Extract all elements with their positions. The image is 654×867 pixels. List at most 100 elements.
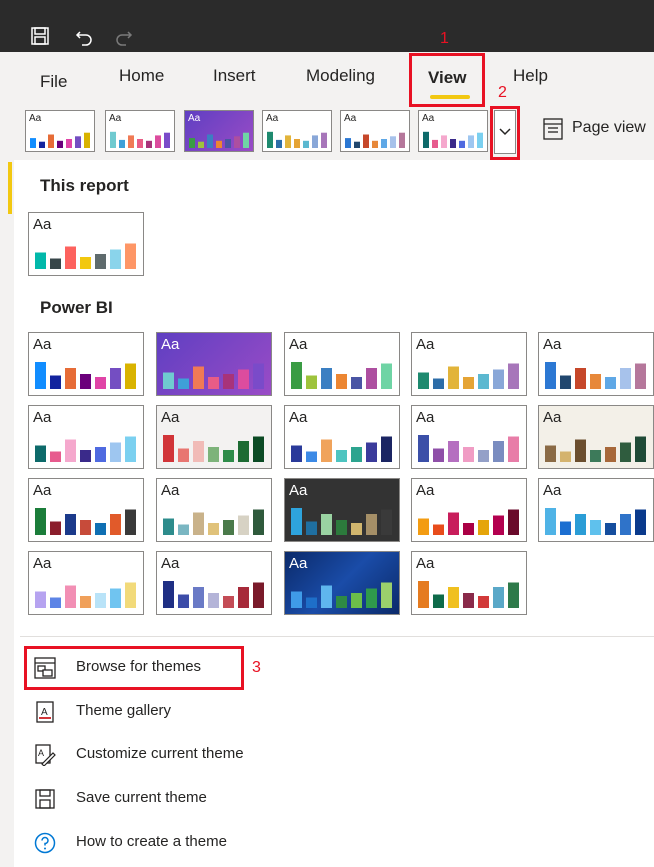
theme-bar [128,135,134,148]
power-bi-theme-thumbnail[interactable]: Aa [411,405,527,469]
power-bi-theme-thumbnail[interactable]: Aa [411,551,527,615]
theme-bars-graphic [545,436,646,462]
theme-bar [345,138,351,148]
menu-file[interactable]: File [40,72,67,92]
theme-bar [321,368,332,389]
theme-bars-graphic [35,362,136,389]
power-bi-theme-thumbnail[interactable]: Aa [411,332,527,396]
ribbon-theme-thumbnail[interactable]: Aa [105,110,175,152]
theme-bar [65,439,76,462]
theme-bar [478,596,489,608]
power-bi-theme-thumbnail[interactable]: Aa [538,332,654,396]
page-view-button[interactable]: Page view [572,119,646,137]
panel-divider [20,636,654,637]
theme-gallery-item[interactable]: A Theme gallery [34,698,254,728]
theme-bar [432,139,438,148]
save-icon[interactable] [30,26,50,46]
power-bi-theme-thumbnail[interactable]: Aa [156,551,272,615]
theme-bars-graphic [291,508,392,535]
theme-bar [418,372,429,389]
power-bi-theme-thumbnail[interactable]: Aa [411,478,527,542]
theme-bar [366,588,377,608]
ribbon-theme-thumbnail[interactable]: Aa [262,110,332,152]
how-to-create-theme-item[interactable]: How to create a theme [34,829,274,859]
theme-bar [95,254,106,269]
theme-bar [306,375,317,389]
power-bi-theme-thumbnail[interactable]: Aa [28,551,144,615]
theme-bar [605,523,616,535]
ribbon-theme-thumbnail[interactable]: Aa [418,110,488,152]
theme-bars-graphic [189,132,249,148]
this-report-heading: This report [40,176,129,195]
theme-bar [163,581,174,608]
power-bi-theme-thumbnail[interactable]: Aa [156,332,272,396]
theme-bar [80,374,91,389]
theme-bar [545,445,556,462]
theme-bar [575,368,586,389]
power-bi-theme-thumbnail[interactable]: Aa [538,478,654,542]
save-theme-icon [35,789,55,809]
left-accent [8,162,12,214]
power-bi-theme-thumbnail[interactable]: Aa [28,332,144,396]
power-bi-theme-thumbnail[interactable]: Aa [284,478,400,542]
theme-bar [366,442,377,462]
theme-bars-graphic [35,508,136,535]
this-report-theme-thumbnail[interactable]: Aa [28,212,144,276]
theme-bar [463,593,474,608]
theme-bar [620,442,631,462]
annotation-box-view [409,53,485,107]
theme-bar [312,135,318,148]
theme-bar [208,523,219,535]
theme-bar [48,134,54,148]
theme-bar [65,514,76,535]
theme-bar [95,593,106,608]
theme-bar [50,258,61,269]
ribbon-theme-thumbnail[interactable]: Aa [25,110,95,152]
theme-bar [575,514,586,535]
ribbon-theme-thumbnail[interactable]: Aa [340,110,410,152]
theme-bar [463,523,474,535]
theme-bar [223,450,234,462]
customize-current-theme-item[interactable]: A Customize current theme [34,741,294,771]
theme-bars-graphic [291,362,392,389]
power-bi-theme-thumbnail[interactable]: Aa [284,551,400,615]
power-bi-theme-thumbnail[interactable]: Aa [28,478,144,542]
theme-bar [57,140,63,148]
theme-bar [321,132,327,148]
power-bi-theme-thumbnail[interactable]: Aa [28,405,144,469]
theme-bar [75,136,81,148]
power-bi-theme-thumbnail[interactable]: Aa [538,405,654,469]
theme-bar [35,362,46,389]
theme-bar [448,512,459,535]
power-bi-theme-thumbnail[interactable]: Aa [284,405,400,469]
menu-modeling[interactable]: Modeling [306,66,375,86]
theme-bar [450,139,456,148]
power-bi-theme-thumbnail[interactable]: Aa [156,405,272,469]
theme-gallery-label: Theme gallery [76,702,172,719]
undo-icon[interactable] [74,26,94,46]
theme-bar [493,515,504,535]
theme-bar [110,368,121,389]
theme-bar [448,441,459,462]
theme-bar [508,436,519,462]
theme-bar [423,131,429,148]
theme-bar [216,140,222,148]
theme-bar [125,363,136,389]
theme-bar [234,136,240,148]
theme-bar [65,585,76,608]
menu-home[interactable]: Home [119,66,164,86]
menu-insert[interactable]: Insert [213,66,256,86]
theme-bar [125,509,136,535]
theme-bar [35,445,46,462]
theme-bar [285,135,291,148]
theme-bar [50,451,61,462]
save-current-theme-item[interactable]: Save current theme [34,785,254,815]
customize-current-theme-label: Customize current theme [76,745,244,762]
theme-bar [223,596,234,608]
power-bi-theme-thumbnail[interactable]: Aa [284,332,400,396]
ribbon-theme-thumbnail[interactable]: Aa [184,110,254,152]
theme-bar [253,363,264,389]
theme-bar [590,450,601,462]
power-bi-theme-thumbnail[interactable]: Aa [156,478,272,542]
menu-help[interactable]: Help [513,66,548,86]
